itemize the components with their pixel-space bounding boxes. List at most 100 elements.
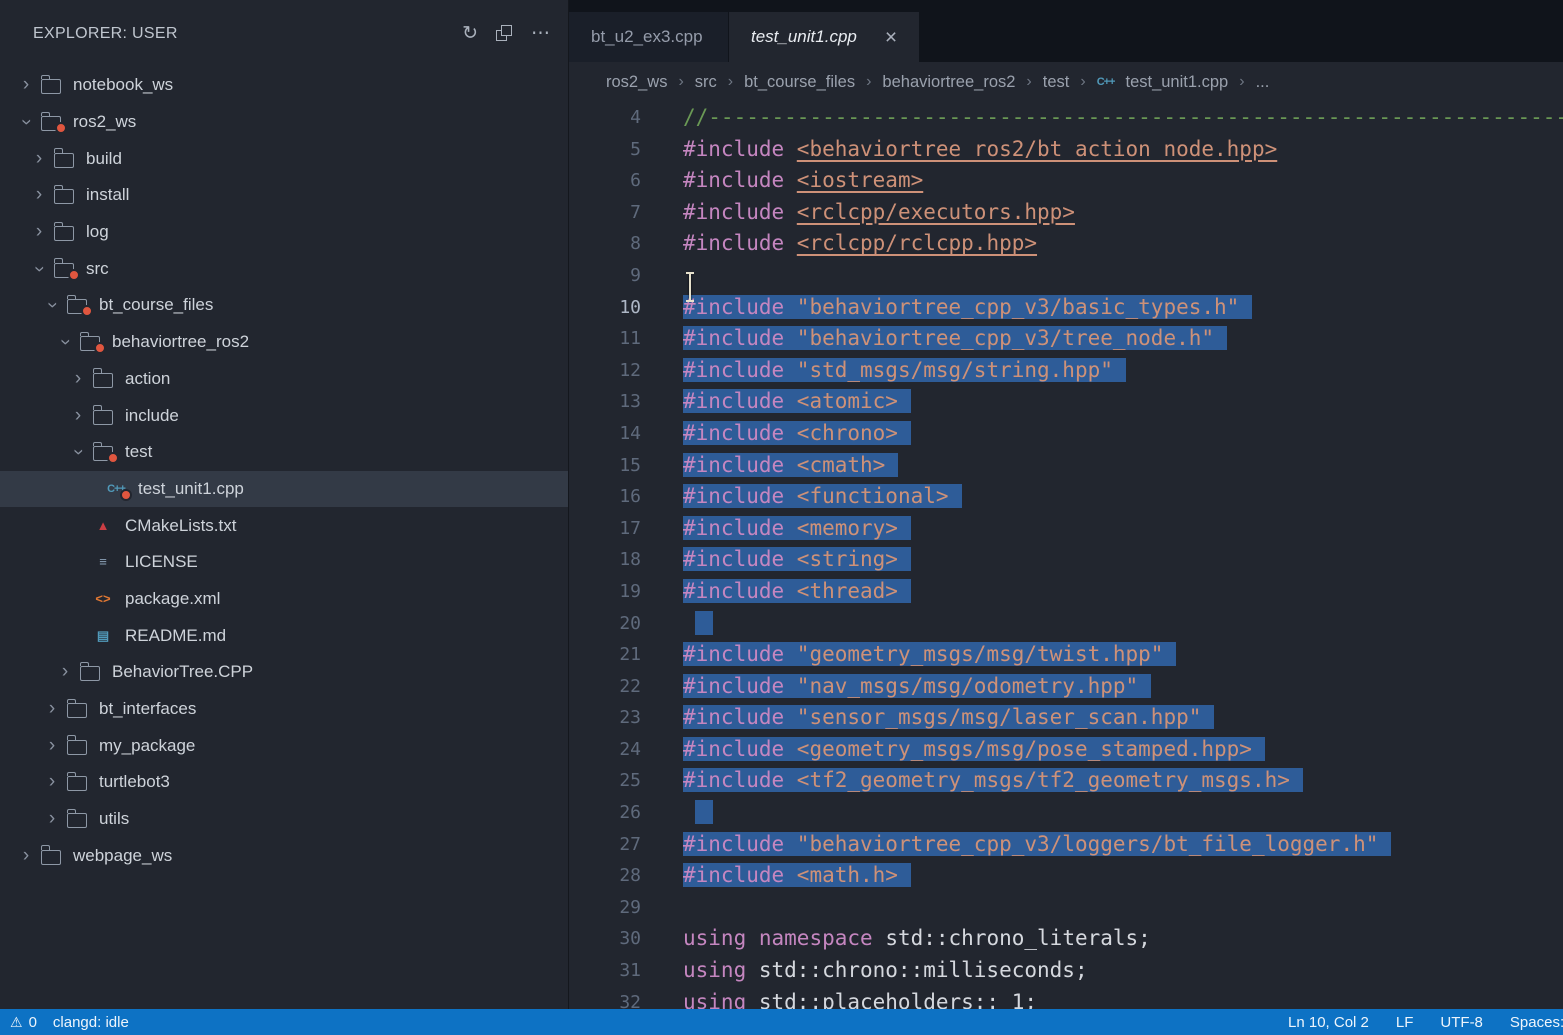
code-line-9[interactable]: 9 <box>569 260 1563 292</box>
code-lines: 4//-------------------------------------… <box>569 102 1563 1018</box>
tree-item-bt_course_files[interactable]: ›bt_course_files <box>0 287 568 324</box>
code-line-28[interactable]: 28#include <math.h> <box>569 860 1563 892</box>
code-line-20[interactable]: 20 <box>569 608 1563 640</box>
status-clangd-status[interactable]: clangd: idle <box>53 1014 129 1031</box>
refresh-explorer-icon[interactable]: ↻ <box>462 22 478 45</box>
tree-item-action[interactable]: ›action <box>0 361 568 398</box>
tree-item-notebook_ws[interactable]: ›notebook_ws <box>0 67 568 104</box>
code-line-6[interactable]: 6#include <iostream> <box>569 165 1563 197</box>
breadcrumb-item-behaviortree_ros2[interactable]: behaviortree_ros2 <box>882 73 1015 92</box>
breadcrumb-item-...[interactable]: ... <box>1256 73 1270 92</box>
code-line-24[interactable]: 24#include <geometry_msgs/msg/pose_stamp… <box>569 734 1563 766</box>
code-text <box>683 608 713 640</box>
code-line-31[interactable]: 31using std::chrono::milliseconds; <box>569 955 1563 987</box>
code-text: #include "nav_msgs/msg/odometry.hpp" <box>683 671 1151 703</box>
status-utf8[interactable]: UTF-8 <box>1440 1014 1483 1031</box>
tree-item-CMakeLists.txt[interactable]: ▲CMakeLists.txt <box>0 507 568 544</box>
tree-item-turtlebot3[interactable]: › turtlebot3 <box>0 764 568 801</box>
tree-item-label: test_unit1.cpp <box>138 479 244 499</box>
tree-item-log[interactable]: › log <box>0 214 568 251</box>
code-line-10[interactable]: 10#include "behaviortree_cpp_v3/basic_ty… <box>569 292 1563 324</box>
code-line-5[interactable]: 5#include <behaviortree_ros2/bt_action_n… <box>569 134 1563 166</box>
tree-item-package.xml[interactable]: <>package.xml <box>0 581 568 618</box>
code-text: #include "behaviortree_cpp_v3/basic_type… <box>683 292 1252 324</box>
line-number: 8 <box>569 228 683 260</box>
code-line-18[interactable]: 18#include <string> <box>569 544 1563 576</box>
tree-item-BehaviorTree.CPP[interactable]: ›BehaviorTree.CPP <box>0 654 568 691</box>
breadcrumb-item-ros2_ws[interactable]: ros2_ws <box>606 73 667 92</box>
line-number: 25 <box>569 765 683 797</box>
code-line-23[interactable]: 23#include "sensor_msgs/msg/laser_scan.h… <box>569 702 1563 734</box>
line-number: 4 <box>569 102 683 134</box>
chevron-collapsed-icon: › <box>40 771 64 793</box>
code-line-27[interactable]: 27#include "behaviortree_cpp_v3/loggers/… <box>569 829 1563 861</box>
tree-item-test[interactable]: ›test <box>0 434 568 471</box>
status-warnings-count[interactable]: ⚠0 <box>10 1014 37 1031</box>
code-line-30[interactable]: 30using namespace std::chrono_literals; <box>569 923 1563 955</box>
code-line-12[interactable]: 12#include "std_msgs/msg/string.hpp" <box>569 355 1563 387</box>
tree-item-build[interactable]: ›build <box>0 140 568 177</box>
tab-test_unit1.cpp[interactable]: test_unit1.cpp× <box>729 12 920 62</box>
tree-item-behaviortree_ros2[interactable]: ›behaviortree_ros2 <box>0 324 568 361</box>
tree-item-bt_interfaces[interactable]: ›bt_interfaces <box>0 691 568 728</box>
tab-bt_u2_ex3.cpp[interactable]: bt_u2_ex3.cpp <box>569 12 729 62</box>
folder-icon <box>90 443 116 461</box>
close-tab-icon[interactable]: × <box>885 27 897 48</box>
tree-item-label: notebook_ws <box>73 75 173 95</box>
code-line-26[interactable]: 26 <box>569 797 1563 829</box>
code-line-11[interactable]: 11#include "behaviortree_cpp_v3/tree_nod… <box>569 323 1563 355</box>
tree-item-README.md[interactable]: ▤README.md <box>0 617 568 654</box>
code-text: #include <memory> <box>683 513 911 545</box>
code-line-29[interactable]: 29 <box>569 892 1563 924</box>
collapse-folders-icon[interactable] <box>496 25 513 42</box>
tree-item-my_package[interactable]: ›my_package <box>0 727 568 764</box>
line-number: 24 <box>569 734 683 766</box>
code-line-17[interactable]: 17#include <memory> <box>569 513 1563 545</box>
tree-item-label: log <box>86 222 109 242</box>
selection-highlight: #include <chrono> <box>683 421 911 445</box>
code-line-21[interactable]: 21#include "geometry_msgs/msg/twist.hpp" <box>569 639 1563 671</box>
code-line-8[interactable]: 8#include <rclcpp/rclcpp.hpp> <box>569 228 1563 260</box>
tree-item-test_unit1.cpp[interactable]: C++test_unit1.cpp <box>0 471 568 508</box>
modified-dot <box>55 122 67 134</box>
code-line-13[interactable]: 13#include <atomic> <box>569 386 1563 418</box>
tree-item-src[interactable]: ›src <box>0 250 568 287</box>
tree-item-ros2_ws[interactable]: ›ros2_ws <box>0 104 568 141</box>
code-line-15[interactable]: 15#include <cmath> <box>569 450 1563 482</box>
status-spaces[interactable]: Spaces: 2 <box>1510 1014 1563 1031</box>
code-line-19[interactable]: 19#include <thread> <box>569 576 1563 608</box>
breadcrumb-item-test_unit1.cpp[interactable]: test_unit1.cpp <box>1125 73 1228 92</box>
code-text: using std::chrono::milliseconds; <box>683 955 1088 987</box>
tree-item-install[interactable]: ›install <box>0 177 568 214</box>
line-number: 23 <box>569 702 683 734</box>
code-line-7[interactable]: 7#include <rclcpp/executors.hpp> <box>569 197 1563 229</box>
tree-item-label: turtlebot3 <box>99 772 170 792</box>
chevron-collapsed-icon: › <box>27 184 51 206</box>
code-line-22[interactable]: 22#include "nav_msgs/msg/odometry.hpp" <box>569 671 1563 703</box>
code-line-25[interactable]: 25#include <tf2_geometry_msgs/tf2_geomet… <box>569 765 1563 797</box>
selection-highlight: #include "sensor_msgs/msg/laser_scan.hpp… <box>683 705 1214 729</box>
chevron-collapsed-icon: › <box>27 221 51 243</box>
breadcrumb-item-src[interactable]: src <box>695 73 717 92</box>
tree-item-label: behaviortree_ros2 <box>112 332 249 352</box>
more-actions-icon[interactable]: ⋯ <box>531 22 550 45</box>
selection-highlight: #include <thread> <box>683 579 911 603</box>
line-number: 9 <box>569 260 683 292</box>
tree-item-webpage_ws[interactable]: ›webpage_ws <box>0 837 568 874</box>
code-line-16[interactable]: 16#include <functional> <box>569 481 1563 513</box>
code-line-4[interactable]: 4//-------------------------------------… <box>569 102 1563 134</box>
tree-item-label: README.md <box>125 626 226 646</box>
tree-item-label: ros2_ws <box>73 112 136 132</box>
status-lf[interactable]: LF <box>1396 1014 1414 1031</box>
code-editor[interactable]: 4//-------------------------------------… <box>569 102 1563 1035</box>
breadcrumb-item-test[interactable]: test <box>1043 73 1070 92</box>
tree-item-utils[interactable]: ›utils <box>0 801 568 838</box>
chevron-collapsed-icon: › <box>40 735 64 757</box>
tree-item-include[interactable]: ›include <box>0 397 568 434</box>
status-ln[interactable]: Ln 10, Col 2 <box>1288 1014 1369 1031</box>
breadcrumb-item-bt_course_files[interactable]: bt_course_files <box>744 73 855 92</box>
text-cursor-icon <box>689 274 691 300</box>
line-number: 31 <box>569 955 683 987</box>
code-line-14[interactable]: 14#include <chrono> <box>569 418 1563 450</box>
tree-item-LICENSE[interactable]: ≡LICENSE <box>0 544 568 581</box>
